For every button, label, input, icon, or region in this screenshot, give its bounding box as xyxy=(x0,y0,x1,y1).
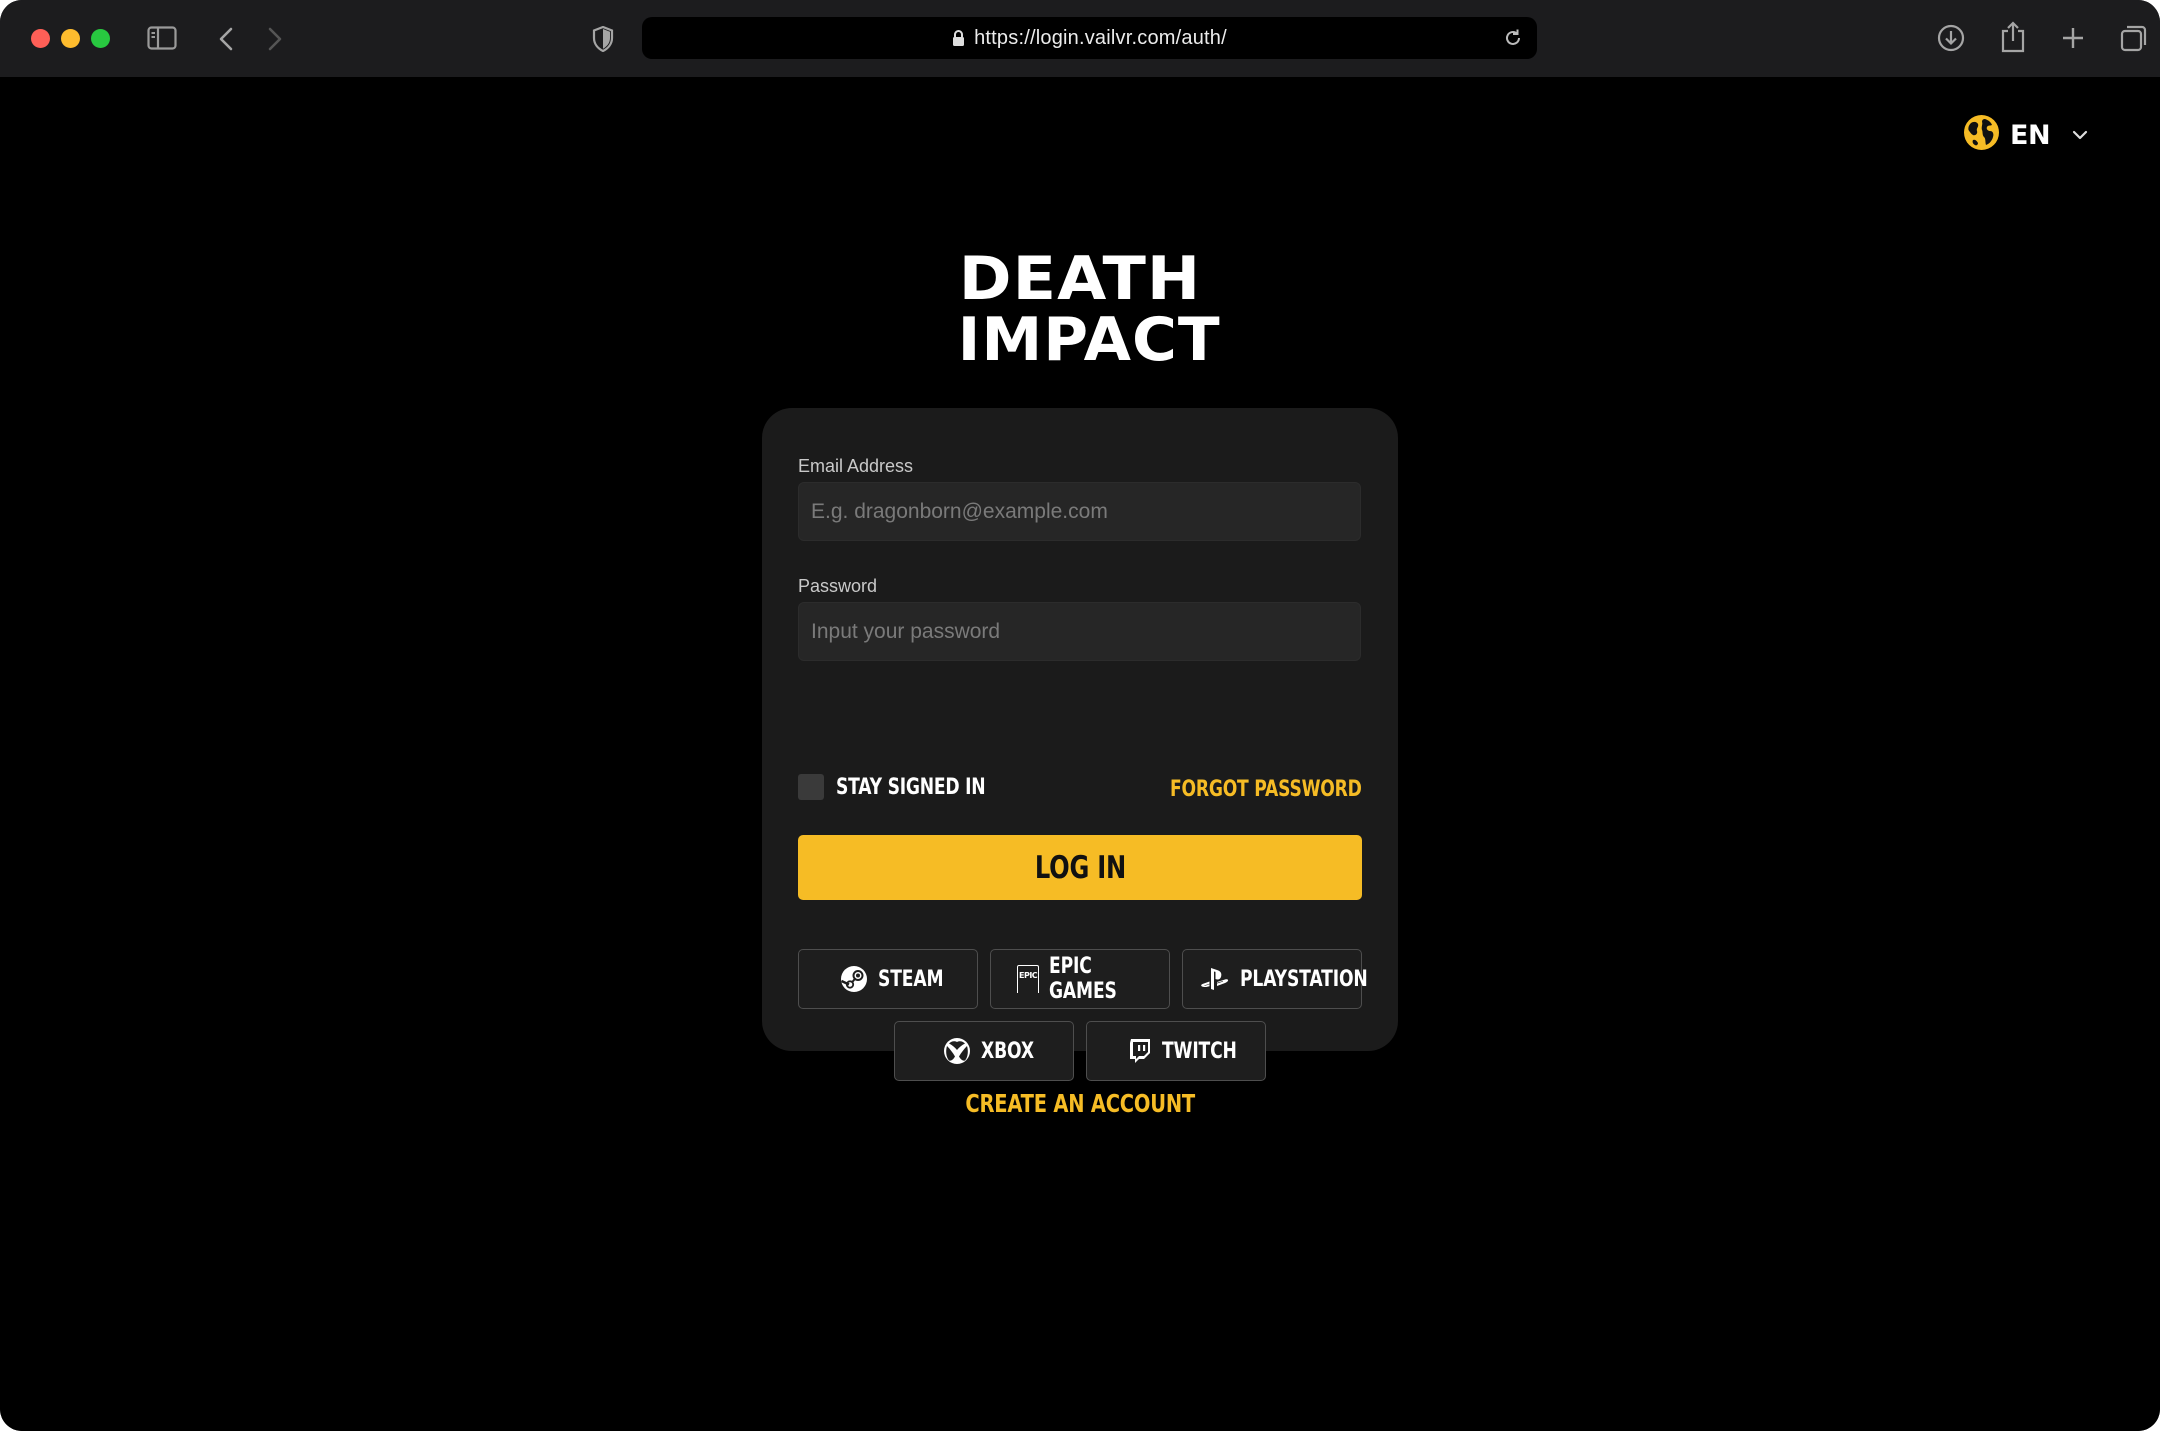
share-icon[interactable] xyxy=(1998,20,2028,54)
language-code: EN xyxy=(2010,119,2051,151)
stay-signed-in-checkbox[interactable] xyxy=(798,774,824,800)
logo-line-1: DEATH xyxy=(958,244,1202,314)
close-window-button[interactable] xyxy=(31,29,50,48)
tab-overview-icon[interactable] xyxy=(2119,23,2149,53)
maximize-window-button[interactable] xyxy=(91,29,110,48)
playstation-icon xyxy=(1200,967,1230,991)
address-bar[interactable]: https://login.vailvr.com/auth/ xyxy=(642,17,1537,59)
epic-games-label: EPIC GAMES xyxy=(1049,954,1117,1004)
twitch-icon xyxy=(1128,1038,1152,1064)
game-logo: DEATH IMPACT xyxy=(957,249,1221,375)
stay-signed-in[interactable]: STAY SIGNED IN xyxy=(798,774,1028,800)
email-label: Email Address xyxy=(798,456,914,476)
email-field[interactable]: E.g. dragonborn@example.com xyxy=(798,482,1361,541)
globe-icon xyxy=(1963,114,2000,156)
chevron-down-icon xyxy=(2072,130,2088,140)
playstation-login-button[interactable]: PLAYSTATION xyxy=(1182,949,1368,1009)
xbox-label: XBOX xyxy=(981,1038,1034,1064)
login-button-label: LOG IN xyxy=(1034,849,1126,886)
twitch-login-button[interactable]: TWITCH xyxy=(1086,1021,1266,1081)
create-account-label: CREATE AN ACCOUNT xyxy=(965,1088,1195,1118)
xbox-icon xyxy=(943,1037,971,1065)
steam-label: STEAM xyxy=(878,966,944,992)
new-tab-icon[interactable] xyxy=(2059,24,2087,52)
forgot-password-link[interactable]: FORGOT PASSWORD xyxy=(1116,774,1362,804)
epic-icon-text: EPIC xyxy=(1019,971,1038,980)
password-label: Password xyxy=(798,576,878,596)
back-arrow-icon[interactable] xyxy=(215,24,237,54)
login-page: EN DEATH IMPACT Email Address E.g. drago… xyxy=(0,79,2160,1431)
email-placeholder: E.g. dragonborn@example.com xyxy=(811,499,1108,523)
sidebar-toggle-icon[interactable] xyxy=(146,24,178,52)
browser-window: https://login.vailvr.com/auth/ EN DEATH … xyxy=(0,0,2160,1431)
browser-toolbar: https://login.vailvr.com/auth/ xyxy=(0,0,2160,78)
lock-icon xyxy=(952,29,965,47)
stay-signed-in-label: STAY SIGNED IN xyxy=(836,774,986,800)
url-text: https://login.vailvr.com/auth/ xyxy=(974,26,1227,49)
forgot-password-label: FORGOT PASSWORD xyxy=(1170,776,1362,802)
steam-icon xyxy=(840,965,868,993)
password-field[interactable]: Input your password xyxy=(798,602,1361,661)
language-selector[interactable]: EN xyxy=(1963,115,2088,155)
password-placeholder: Input your password xyxy=(811,619,1001,643)
downloads-icon[interactable] xyxy=(1936,23,1966,53)
logo-line-2: IMPACT xyxy=(957,305,1221,375)
twitch-label: TWITCH xyxy=(1162,1038,1237,1064)
forward-arrow-icon[interactable] xyxy=(264,24,286,54)
login-card: Email Address E.g. dragonborn@example.co… xyxy=(762,408,1398,1081)
minimize-window-button[interactable] xyxy=(61,29,80,48)
privacy-shield-icon[interactable] xyxy=(589,24,617,54)
playstation-label: PLAYSTATION xyxy=(1240,966,1368,992)
xbox-login-button[interactable]: XBOX xyxy=(894,1021,1074,1081)
create-account-link[interactable]: CREATE AN ACCOUNT xyxy=(880,1083,1280,1123)
login-button[interactable]: LOG IN xyxy=(798,835,1362,900)
epic-games-icon: EPIC xyxy=(1017,965,1039,993)
steam-login-button[interactable]: STEAM xyxy=(798,949,978,1009)
epic-games-login-button[interactable]: EPIC EPIC GAMES xyxy=(990,949,1170,1009)
reload-icon[interactable] xyxy=(1503,28,1523,53)
